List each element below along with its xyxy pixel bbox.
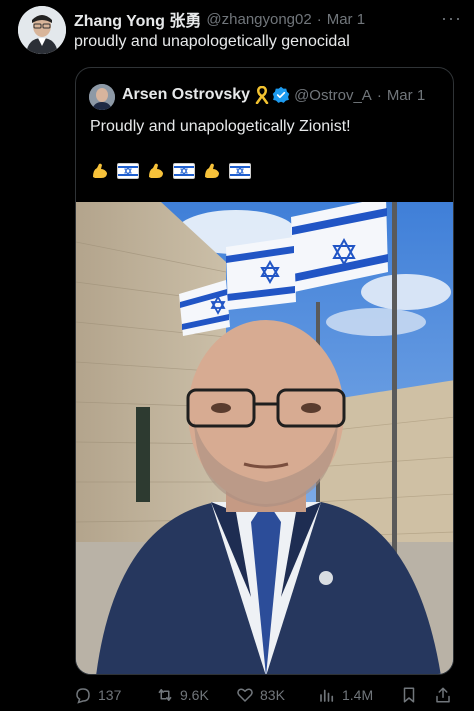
reply-count: 137: [98, 687, 122, 703]
quoted-author-avatar[interactable]: [89, 84, 115, 110]
quoted-author-handle[interactable]: @Ostrov_A: [294, 87, 372, 104]
author-handle[interactable]: @zhangyong02: [206, 11, 311, 28]
flexed-biceps-icon: [90, 161, 110, 181]
israel-flag-icon: [229, 163, 251, 179]
quoted-date[interactable]: Mar 1: [387, 87, 425, 104]
bookmark-icon: [403, 687, 415, 703]
quoted-header: Arsen Ostrovsky @Ostrov_A · Mar 1: [122, 86, 425, 104]
separator-dot: ·: [316, 10, 322, 28]
share-button[interactable]: [434, 686, 452, 704]
quoted-text: Proudly and unapologetically Zionist!: [90, 118, 351, 135]
more-options-icon[interactable]: ···: [441, 8, 462, 29]
reply-icon: [76, 688, 90, 704]
quoted-author-name[interactable]: Arsen Ostrovsky: [122, 86, 250, 104]
views-count: 1.4M: [342, 687, 374, 703]
israel-flag-icon: [173, 163, 195, 179]
quoted-tweet[interactable]: Arsen Ostrovsky @Ostrov_A · Mar 1 Proudl…: [75, 67, 454, 675]
repost-button[interactable]: 9.6K: [156, 686, 209, 704]
heart-icon: [237, 688, 253, 702]
bookmark-button[interactable]: [400, 686, 418, 704]
quoted-separator: ·: [376, 86, 382, 104]
views-button[interactable]: 1.4M: [318, 686, 373, 704]
flexed-biceps-icon: [146, 161, 166, 181]
tweet-date[interactable]: Mar 1: [327, 11, 365, 28]
emoji-row: [90, 161, 251, 181]
yellow-ribbon-icon: [255, 86, 269, 104]
like-count: 83K: [260, 687, 285, 703]
flexed-biceps-icon: [202, 161, 222, 181]
israel-flag-icon: [117, 163, 139, 179]
like-button[interactable]: 83K: [236, 686, 285, 704]
tweet-text: proudly and unapologetically genocidal: [74, 33, 350, 50]
author-avatar[interactable]: [18, 6, 66, 54]
attached-photo[interactable]: [76, 202, 454, 675]
reply-button[interactable]: 137: [74, 686, 121, 704]
repost-count: 9.6K: [180, 687, 209, 703]
repost-icon: [158, 689, 172, 701]
action-bar: 137 9.6K 83K 1.4M: [0, 686, 474, 710]
views-chart-icon: [320, 689, 334, 702]
verified-badge-icon: [272, 86, 290, 103]
tweet-header: Zhang Yong 张勇 @zhangyong02 · Mar 1: [74, 7, 464, 31]
share-icon: [436, 687, 450, 703]
author-name[interactable]: Zhang Yong 张勇: [74, 7, 201, 31]
